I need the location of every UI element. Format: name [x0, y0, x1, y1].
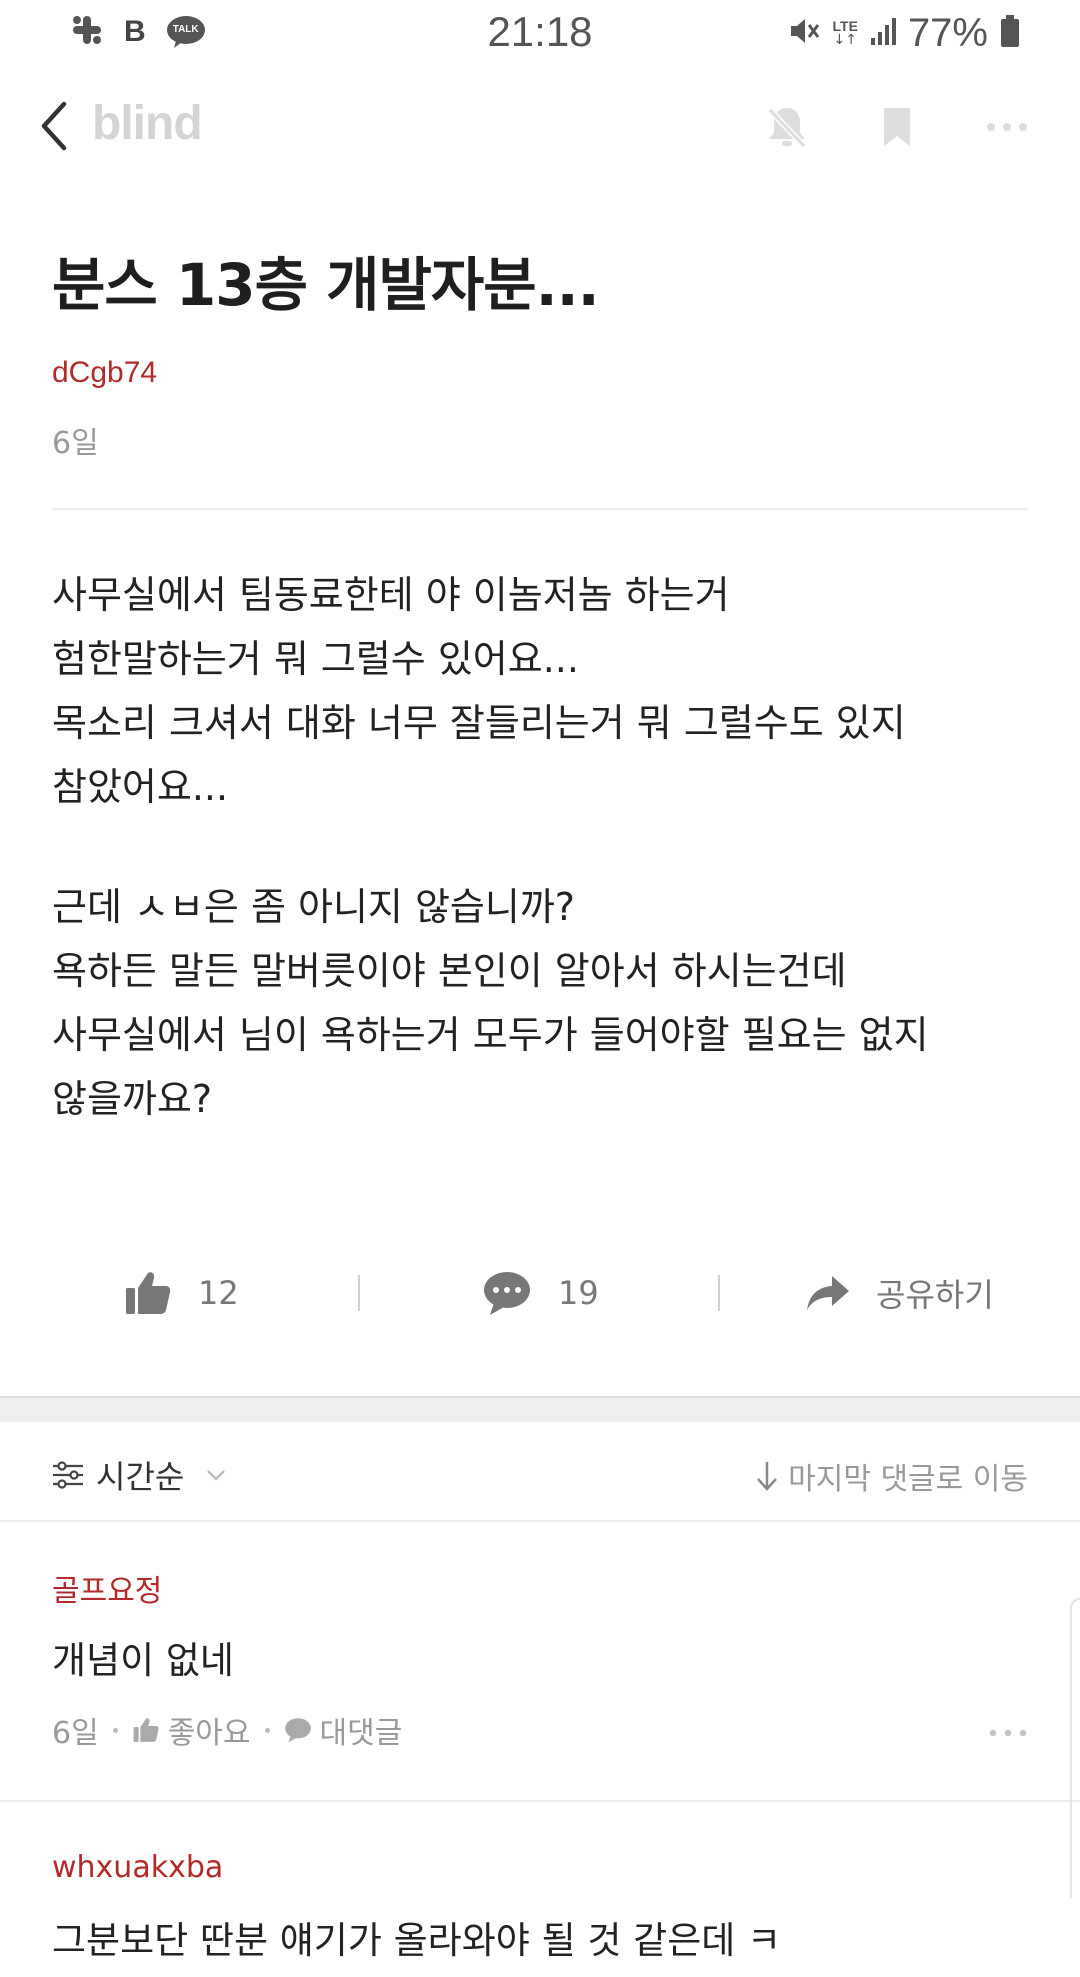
- comment-text: 그분보단 딴분 얘기가 올라와야 될 것 같은데 ㅋ: [52, 1919, 782, 1962]
- post-body-line: 참았어요...: [52, 765, 229, 809]
- divider: [52, 508, 1028, 510]
- comment-text: 개념이 없네: [52, 1639, 234, 1682]
- lte-arrows-icon: ↓↑: [833, 32, 857, 48]
- notification-off-button[interactable]: [762, 102, 812, 152]
- jump-to-last-comment[interactable]: 마지막 댓글로 이동: [756, 1454, 1028, 1498]
- comment-like-button[interactable]: 좋아요: [132, 1708, 251, 1752]
- thumbs-up-icon: [133, 1718, 159, 1742]
- post-body-line: 욕하든 말든 말버릇이야 본인이 알아서 하시는건데: [52, 949, 847, 993]
- separator-dot: [112, 1727, 118, 1733]
- arrow-down-icon: [757, 1462, 778, 1491]
- back-button[interactable]: [36, 98, 76, 154]
- notification-off-icon: [767, 107, 807, 149]
- section-divider: [0, 1396, 1080, 1422]
- post-body-line: 근데 ㅅㅂ은 좀 아니지 않습니까?: [52, 885, 575, 929]
- comment-meta: 6일 좋아요 대댓글: [52, 1708, 402, 1752]
- comment-item: whxuakxba 그분보단 딴분 얘기가 올라와야 될 것 같은데 ㅋ: [0, 1802, 1080, 1977]
- battery-percent: 77%: [907, 10, 988, 55]
- share-arrow-icon: [807, 1276, 849, 1310]
- post-body: 사무실에서 팀동료한테 야 이놈저놈 하는거 험한말하는거 뭐 그럴수 있어요.…: [52, 563, 1032, 1131]
- reply-bubble-icon: [284, 1718, 311, 1743]
- sort-dropdown[interactable]: 시간순: [52, 1452, 228, 1498]
- chevron-down-icon: [207, 1470, 226, 1481]
- more-icon: [989, 1729, 1027, 1737]
- post-title: 분스 13층 개발자분...: [52, 251, 600, 319]
- like-button[interactable]: 12: [124, 1262, 239, 1324]
- app-bar: blind: [0, 88, 1080, 168]
- comment-more-button[interactable]: [988, 1712, 1028, 1745]
- comment-like-label: 좋아요: [167, 1716, 251, 1751]
- status-bar: B TALK 21:18 LTE ↓↑ 77%: [0, 0, 1080, 66]
- battery-icon: [1000, 14, 1020, 52]
- post-body-line: 목소리 크셔서 대화 너무 잘들리는거 뭐 그럴수도 있지: [52, 701, 906, 745]
- like-count: 12: [198, 1274, 239, 1312]
- lte-label: LTE: [832, 18, 858, 34]
- comment-count: 19: [558, 1274, 599, 1312]
- comment-author[interactable]: whxuakxba: [52, 1850, 223, 1885]
- share-label: 공유하기: [876, 1276, 994, 1314]
- lte-icon: LTE ↓↑: [833, 19, 858, 47]
- filter-sliders-icon: [53, 1461, 83, 1489]
- thumbs-up-icon: [126, 1272, 171, 1314]
- post-time: 6일: [52, 426, 99, 461]
- bookmark-icon: [884, 108, 910, 146]
- blind-logo: blind: [92, 97, 203, 150]
- post-body-line: 사무실에서 팀동료한테 야 이놈저놈 하는거: [52, 573, 730, 617]
- sort-label: 시간순: [96, 1458, 185, 1496]
- share-button[interactable]: 공유하기: [806, 1262, 994, 1324]
- back-icon: [41, 101, 67, 151]
- comment-sort-bar: 시간순 마지막 댓글로 이동: [0, 1422, 1080, 1522]
- mute-icon: [787, 14, 821, 52]
- comment-reply-label: 대댓글: [319, 1716, 403, 1751]
- comment-button[interactable]: 19: [482, 1262, 599, 1324]
- post-actions: 12 19 공유하기: [0, 1262, 1080, 1324]
- bookmark-button[interactable]: [872, 102, 922, 152]
- post-body-line: 사무실에서 님이 욕하는거 모두가 들어야할 필요는 없지: [52, 1013, 929, 1057]
- status-right-icons: LTE ↓↑ 77%: [787, 10, 1020, 56]
- comment-author[interactable]: 골프요정: [52, 1566, 162, 1610]
- action-separator: [718, 1275, 720, 1311]
- post-author[interactable]: dCgb74: [52, 356, 157, 390]
- post-body-line: 험한말하는거 뭐 그럴수 있어요...: [52, 637, 579, 681]
- signal-icon: [870, 16, 896, 50]
- separator-dot: [264, 1727, 270, 1733]
- scroll-indicator[interactable]: [1070, 1598, 1080, 1898]
- more-button[interactable]: [982, 102, 1032, 152]
- post-body-line: 않을까요?: [52, 1077, 213, 1121]
- comment-bubble-icon: [484, 1272, 530, 1315]
- post-body-blank-line: [52, 819, 1032, 875]
- comment-time: 6일: [52, 1716, 99, 1751]
- comment-item: 골프요정 개념이 없네 6일 좋아요 대댓글: [0, 1522, 1080, 1800]
- jump-label: 마지막 댓글로 이동: [788, 1462, 1028, 1497]
- comment-reply-button[interactable]: 대댓글: [284, 1708, 403, 1752]
- action-separator: [358, 1275, 360, 1311]
- more-icon: [987, 123, 1027, 131]
